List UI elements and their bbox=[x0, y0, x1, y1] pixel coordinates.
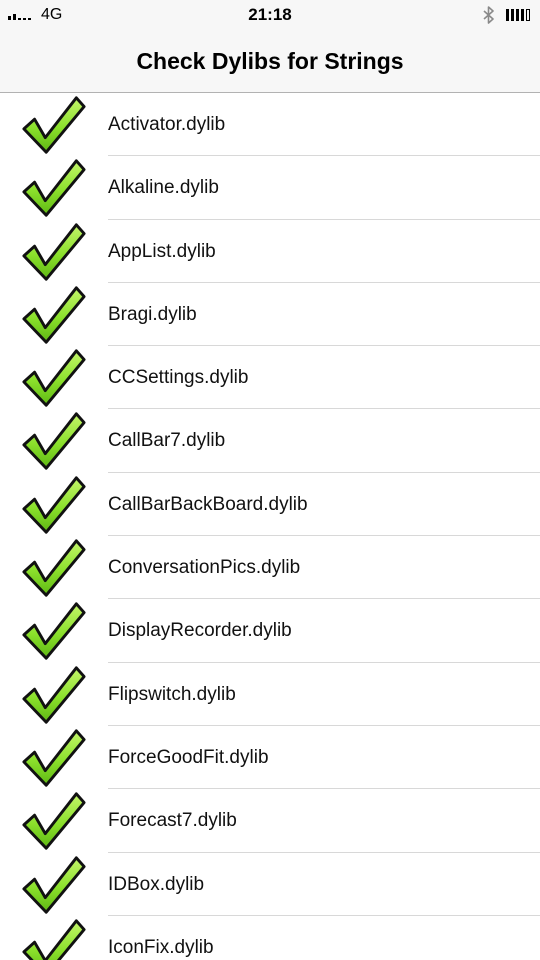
checkmark-icon bbox=[22, 349, 86, 407]
list-item[interactable]: IDBox.dylib bbox=[0, 853, 540, 917]
list-item[interactable]: CCSettings.dylib bbox=[0, 346, 540, 410]
checkmark-icon bbox=[22, 476, 86, 534]
list-item[interactable]: Bragi.dylib bbox=[0, 283, 540, 347]
list-item[interactable]: ForceGoodFit.dylib bbox=[0, 726, 540, 790]
list-item[interactable]: CallBar7.dylib bbox=[0, 409, 540, 474]
screen: 4G 21:18 Check Dylibs for Strings Activa… bbox=[0, 0, 540, 960]
list-item[interactable]: AppList.dylib bbox=[0, 220, 540, 284]
navigation-bar: Check Dylibs for Strings bbox=[0, 30, 540, 93]
checkmark-icon bbox=[22, 539, 86, 597]
list-item-label: ForceGoodFit.dylib bbox=[108, 746, 269, 768]
checkmark-icon bbox=[22, 222, 86, 281]
list-item-label: ConversationPics.dylib bbox=[108, 557, 301, 579]
status-right bbox=[482, 6, 532, 24]
battery-icon bbox=[506, 9, 532, 21]
list-item-label: Forecast7.dylib bbox=[108, 810, 237, 832]
list-item[interactable]: Alkaline.dylib bbox=[0, 156, 540, 220]
list-item[interactable]: IconFix.dylib bbox=[0, 916, 540, 960]
checkmark-icon bbox=[22, 602, 86, 661]
status-bar: 4G 21:18 bbox=[0, 0, 540, 30]
list-item[interactable]: Flipswitch.dylib bbox=[0, 663, 540, 727]
list-item[interactable]: Activator.dylib bbox=[0, 93, 540, 157]
list-item-label: Flipswitch.dylib bbox=[108, 683, 236, 705]
list-item-label: Activator.dylib bbox=[108, 114, 226, 135]
checkmark-icon bbox=[22, 286, 86, 344]
checkmark-icon bbox=[22, 159, 86, 217]
list-item-label: CCSettings.dylib bbox=[108, 367, 249, 389]
checkmark-icon bbox=[22, 919, 86, 960]
bluetooth-icon bbox=[483, 6, 494, 24]
checkmark-icon bbox=[22, 96, 86, 154]
page-title: Check Dylibs for Strings bbox=[136, 48, 404, 74]
list-item[interactable]: CallBarBackBoard.dylib bbox=[0, 473, 540, 537]
list-item-label: Bragi.dylib bbox=[108, 303, 197, 325]
list-item-label: Alkaline.dylib bbox=[108, 177, 219, 199]
list-item[interactable]: ConversationPics.dylib bbox=[0, 536, 540, 600]
checkmark-icon bbox=[22, 412, 86, 471]
list-item-label: DisplayRecorder.dylib bbox=[108, 620, 292, 642]
checkmark-icon bbox=[22, 792, 86, 850]
list-item-label: CallBar7.dylib bbox=[108, 430, 226, 452]
list-item[interactable]: Forecast7.dylib bbox=[0, 789, 540, 853]
checkmark-icon bbox=[22, 729, 86, 787]
list-item-label: AppList.dylib bbox=[108, 240, 216, 262]
checkmark-icon bbox=[22, 666, 86, 724]
list-item-label: CallBarBackBoard.dylib bbox=[108, 493, 308, 515]
list-item-label: IDBox.dylib bbox=[108, 873, 205, 895]
checkmark-icon bbox=[22, 855, 86, 914]
list-item-label: IconFix.dylib bbox=[108, 936, 214, 958]
status-time: 21:18 bbox=[248, 5, 292, 24]
list-item[interactable]: DisplayRecorder.dylib bbox=[0, 599, 540, 663]
dylib-list: Activator.dylib Alkaline.dylib AppList.dyl… bbox=[0, 93, 540, 960]
